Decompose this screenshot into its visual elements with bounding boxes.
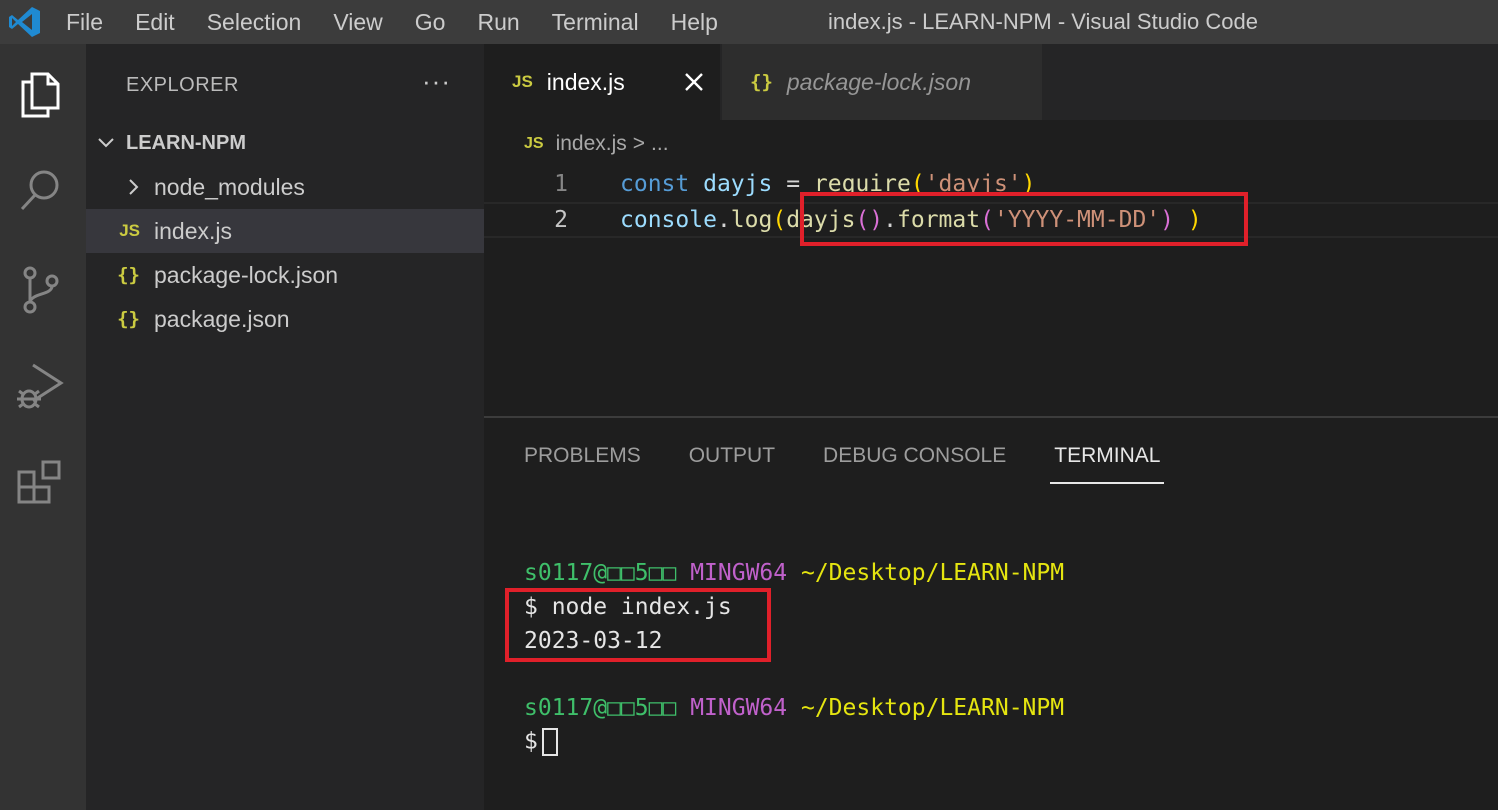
tree-item-node-modules[interactable]: node_modules — [86, 165, 484, 209]
tree-item-label: package-lock.json — [154, 261, 339, 288]
explorer-sidebar: EXPLORER ··· LEARN-NPM node_modules JS i… — [86, 44, 484, 810]
tree-item-package-lock-json[interactable]: {} package-lock.json — [86, 253, 484, 297]
line-number: 1 — [554, 171, 568, 197]
json-file-icon: {} — [750, 71, 773, 93]
menu-help[interactable]: Help — [655, 0, 734, 44]
panel-tabs: PROBLEMS OUTPUT DEBUG CONSOLE TERMINAL — [524, 444, 1208, 484]
run-debug-icon[interactable] — [12, 358, 68, 414]
highlight-box-code — [800, 192, 1248, 246]
tab-package-lock-json[interactable]: {} package-lock.json — [722, 44, 1042, 120]
source-control-icon[interactable] — [12, 262, 68, 318]
tab-problems[interactable]: PROBLEMS — [524, 444, 641, 468]
close-icon[interactable] — [680, 68, 708, 96]
editor-tab-bar: JS index.js {} package-lock.json — [484, 44, 1498, 120]
json-file-icon: {} — [117, 308, 140, 330]
explorer-header: EXPLORER — [126, 74, 239, 96]
tab-label: package-lock.json — [786, 68, 971, 95]
activity-bar — [0, 44, 86, 810]
prompt-path: ~/Desktop/LEARN-NPM — [800, 695, 1065, 721]
json-file-icon: {} — [117, 264, 140, 286]
folder-learn-npm[interactable]: LEARN-NPM — [86, 124, 484, 162]
terminal-input-line[interactable]: $ — [524, 728, 558, 756]
menu-bar: File Edit Selection View Go Run Terminal… — [50, 0, 734, 44]
prompt-user: s0117@□□5□□ — [524, 695, 677, 721]
tree-item-index-js[interactable]: JS index.js — [86, 209, 484, 253]
terminal-cursor — [541, 728, 558, 756]
search-icon[interactable] — [12, 162, 68, 218]
prompt-symbol: $ — [524, 728, 538, 755]
tab-terminal[interactable]: TERMINAL — [1050, 444, 1165, 484]
chevron-right-icon — [86, 178, 154, 196]
js-file-icon: JS — [119, 221, 140, 240]
more-actions-icon[interactable]: ··· — [422, 66, 451, 97]
breadcrumb-file[interactable]: index.js — [556, 132, 627, 156]
title-bar: File Edit Selection View Go Run Terminal… — [0, 0, 1498, 44]
tab-output[interactable]: OUTPUT — [689, 444, 775, 468]
prompt-user: s0117@□□5□□ — [524, 560, 677, 586]
menu-terminal[interactable]: Terminal — [536, 0, 655, 44]
line-number: 2 — [554, 207, 568, 233]
window-title: index.js - LEARN-NPM - Visual Studio Cod… — [828, 9, 1258, 34]
breadcrumb-separator: > — [632, 132, 646, 155]
terminal-prompt-line: s0117@□□5□□ MINGW64 ~/Desktop/LEARN-NPM — [524, 695, 1064, 721]
terminal-prompt-line: s0117@□□5□□ MINGW64 ~/Desktop/LEARN-NPM — [524, 560, 1064, 586]
extensions-icon[interactable] — [12, 454, 68, 510]
menu-view[interactable]: View — [317, 0, 398, 44]
breadcrumb: JS index.js > ... — [524, 128, 669, 160]
prompt-env: MINGW64 — [690, 560, 788, 586]
highlight-box-terminal — [505, 588, 771, 662]
menu-go[interactable]: Go — [399, 0, 462, 44]
tree-item-label: node_modules — [154, 173, 305, 200]
tree-item-label: package.json — [154, 305, 290, 332]
js-file-icon: JS — [524, 135, 544, 152]
vscode-logo-icon — [0, 0, 50, 44]
breadcrumb-rest[interactable]: ... — [651, 132, 669, 156]
tree-item-package-json[interactable]: {} package.json — [86, 297, 484, 341]
menu-selection[interactable]: Selection — [191, 0, 318, 44]
explorer-icon[interactable] — [12, 66, 68, 122]
tab-index-js[interactable]: JS index.js — [484, 44, 720, 120]
chevron-down-icon — [86, 137, 126, 149]
menu-file[interactable]: File — [50, 0, 119, 44]
prompt-path: ~/Desktop/LEARN-NPM — [800, 560, 1065, 586]
prompt-env: MINGW64 — [690, 695, 788, 721]
folder-name: LEARN-NPM — [126, 131, 246, 154]
tab-label: index.js — [546, 68, 625, 95]
menu-run[interactable]: Run — [461, 0, 535, 44]
tree-item-label: index.js — [154, 217, 232, 244]
menu-edit[interactable]: Edit — [119, 0, 191, 44]
js-file-icon: JS — [512, 72, 533, 91]
tab-debug-console[interactable]: DEBUG CONSOLE — [823, 444, 1006, 468]
